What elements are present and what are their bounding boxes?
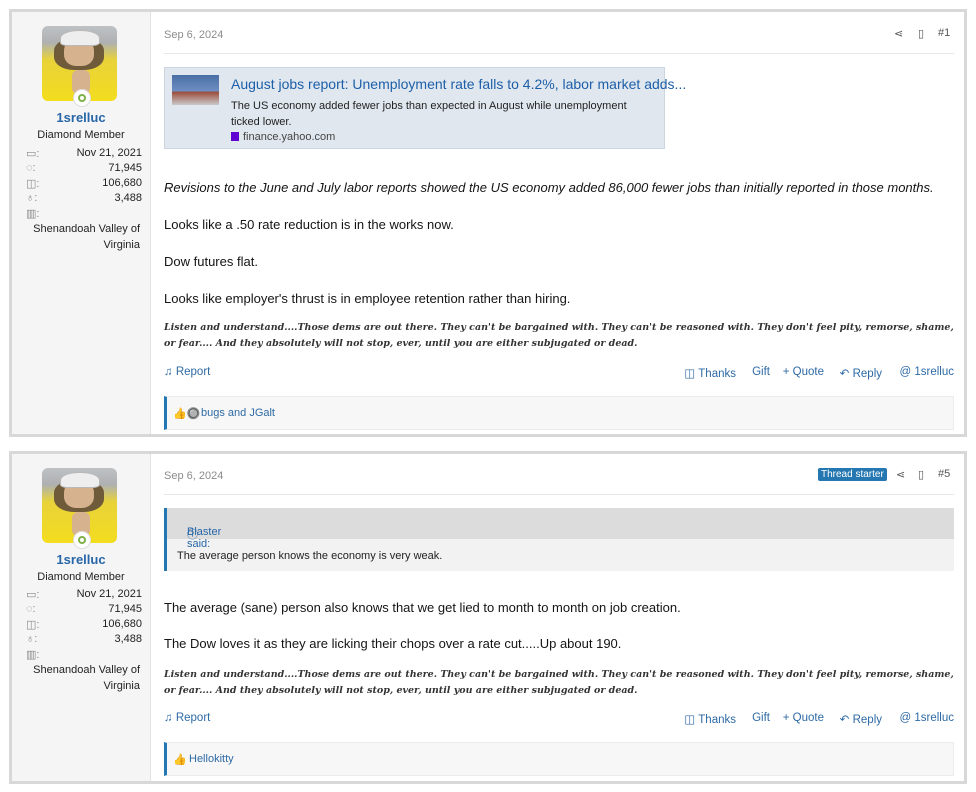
post-number[interactable]: #5 <box>938 468 950 480</box>
quote-block: Blaster said: ⓘ The average person knows… <box>164 508 954 571</box>
reactions-list[interactable]: Hellokitty <box>189 753 234 765</box>
calendar-icon: ▭: <box>26 589 40 601</box>
stat-points: ♁: 3,488 <box>26 633 142 645</box>
post-text: Dow futures flat. <box>164 254 258 269</box>
location-line-2: Virginia <box>103 680 141 692</box>
thumbs-up-icon: ◫: <box>26 178 40 190</box>
stat-points: ♁: 3,488 <box>26 192 142 204</box>
post-number[interactable]: #1 <box>938 27 950 39</box>
post-1: 1srelluc Diamond Member ▭: Nov 21, 2021 … <box>9 9 967 437</box>
user-pane: 1srelluc Diamond Member ▭: Nov 21, 2021 … <box>12 454 151 781</box>
mention-button[interactable]: @ 1srelluc <box>899 712 954 724</box>
at-icon: @ <box>899 366 915 378</box>
map-icon: ▥: <box>26 208 40 220</box>
preview-source: finance.yahoo.com <box>231 131 335 143</box>
post-text: Revisions to the June and July labor rep… <box>164 180 934 195</box>
post-header-actions: ⋖ ▯ #1 <box>894 27 954 43</box>
reply-icon: ↶ <box>839 714 853 726</box>
username[interactable]: 1srelluc <box>12 110 150 125</box>
post-text: Looks like a .50 rate reduction is in th… <box>164 217 454 232</box>
thumbs-up-icon: ◫ <box>684 714 699 726</box>
reaction-icons: 👍 <box>173 754 187 766</box>
bell-icon: ♫ <box>164 366 176 378</box>
share-icon[interactable]: ⋖ <box>894 27 903 40</box>
reactions-bar[interactable]: 👍 Hellokitty <box>164 742 954 776</box>
post-content: Sep 6, 2024 ⋖ ▯ #1 August jobs report: U… <box>163 12 954 434</box>
thanks-button[interactable]: ◫ Thanks <box>684 366 736 380</box>
quote-button[interactable]: + Quote <box>783 366 824 378</box>
stat-location: ▥: <box>26 207 142 221</box>
reactions-bar[interactable]: 👍🔘 bugs and JGalt <box>164 396 954 430</box>
preview-thumbnail <box>172 75 219 105</box>
link-preview[interactable]: August jobs report: Unemployment rate fa… <box>164 67 686 149</box>
stat-joined: ▭: Nov 21, 2021 <box>26 147 142 160</box>
post-text: The average (sane) person also knows tha… <box>164 600 681 615</box>
stat-reactions: ◫: 106,680 <box>26 177 142 190</box>
post-content: Sep 6, 2024 Thread starter ⋖ ▯ #5 Blaste… <box>163 454 954 781</box>
reactions-list[interactable]: bugs and JGalt <box>201 407 275 419</box>
yahoo-favicon-icon <box>231 132 239 141</box>
user-title: Diamond Member <box>37 129 125 141</box>
quote-text: The average person knows the economy is … <box>177 550 443 562</box>
location-line-2: Virginia <box>103 239 141 251</box>
user-pane: 1srelluc Diamond Member ▭: Nov 21, 2021 … <box>12 12 151 434</box>
bell-icon: ♫ <box>164 712 176 724</box>
bookmark-icon[interactable]: ▯ <box>918 27 924 40</box>
report-button[interactable]: ♫ Report <box>164 712 210 724</box>
gift-button[interactable]: Gift <box>752 366 770 378</box>
divider <box>164 53 954 54</box>
thanks-button[interactable]: ◫ Thanks <box>684 712 736 726</box>
stat-messages: ◌: 71,945 <box>26 603 142 615</box>
post-text: Looks like employer's thrust is in emplo… <box>164 291 571 306</box>
stat-location: ▥: <box>26 648 142 662</box>
location-line-1: Shenandoah Valley of <box>33 223 140 235</box>
mention-button[interactable]: @ 1srelluc <box>899 366 954 378</box>
post-actions: ♫ Report ◫ Thanks Gift + Quote ↶ Reply @… <box>164 366 954 382</box>
reply-icon: ↶ <box>839 368 853 380</box>
username[interactable]: 1srelluc <box>12 552 150 567</box>
post-date[interactable]: Sep 6, 2024 <box>164 470 223 482</box>
thumbs-up-icon: ◫: <box>26 619 40 631</box>
post-actions: ♫ Report ◫ Thanks Gift + Quote ↶ Reply @… <box>164 712 954 728</box>
online-status-icon <box>74 532 90 548</box>
signature: Listen and understand....Those dems are … <box>164 322 954 349</box>
thumbs-up-icon: ◫ <box>684 368 699 380</box>
post-date[interactable]: Sep 6, 2024 <box>164 29 223 41</box>
trophy-icon: ♁: <box>26 192 38 204</box>
calendar-icon: ▭: <box>26 148 40 160</box>
post-text: The Dow loves it as they are licking the… <box>164 636 622 651</box>
reaction-icons: 👍🔘 <box>173 408 201 420</box>
location-line-1: Shenandoah Valley of <box>33 664 140 676</box>
report-button[interactable]: ♫ Report <box>164 366 210 378</box>
stat-joined: ▭: Nov 21, 2021 <box>26 588 142 601</box>
user-title: Diamond Member <box>37 571 125 583</box>
online-status-icon <box>74 90 90 106</box>
bookmark-icon[interactable]: ▯ <box>918 468 924 481</box>
reply-button[interactable]: ↶ Reply <box>840 366 882 380</box>
share-icon[interactable]: ⋖ <box>896 468 905 481</box>
signature: Listen and understand....Those dems are … <box>164 669 954 696</box>
quote-button[interactable]: + Quote <box>783 712 824 724</box>
stat-reactions: ◫: 106,680 <box>26 618 142 631</box>
thread-starter-badge: Thread starter <box>818 468 887 481</box>
preview-description: The US economy added fewer jobs than exp… <box>231 100 627 128</box>
messages-icon: ◌: <box>26 162 36 174</box>
post-header-actions: Thread starter ⋖ ▯ #5 <box>818 468 954 484</box>
quote-header[interactable]: Blaster said: ⓘ <box>167 508 954 550</box>
divider <box>164 494 954 495</box>
arrow-up-circle-icon[interactable]: ⓘ <box>187 526 198 542</box>
gift-button[interactable]: Gift <box>752 712 770 724</box>
reply-button[interactable]: ↶ Reply <box>840 712 882 726</box>
preview-title[interactable]: August jobs report: Unemployment rate fa… <box>231 76 686 92</box>
messages-icon: ◌: <box>26 603 36 615</box>
map-icon: ▥: <box>26 649 40 661</box>
trophy-icon: ♁: <box>26 633 38 645</box>
stat-messages: ◌: 71,945 <box>26 162 142 174</box>
at-icon: @ <box>899 712 915 724</box>
post-5: 1srelluc Diamond Member ▭: Nov 21, 2021 … <box>9 451 967 784</box>
